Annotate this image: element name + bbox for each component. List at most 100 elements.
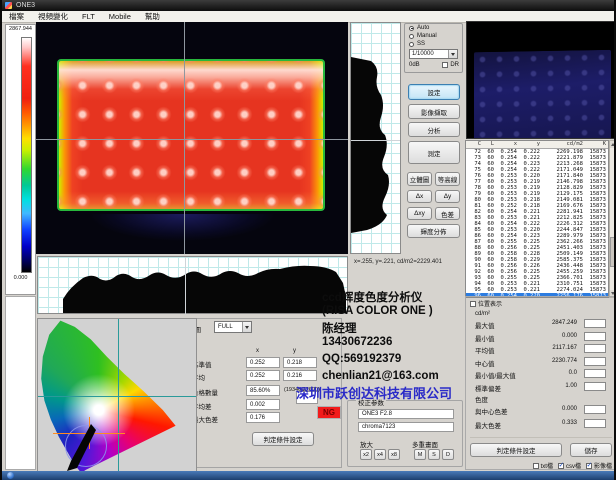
multi-m-button[interactable]: M (414, 449, 426, 460)
scroll-up-icon[interactable] (610, 141, 616, 148)
radio-manual[interactable]: Manual (405, 32, 462, 40)
checkbox-label: txt檔 (541, 461, 553, 470)
title-bar[interactable]: ONE3 (2, 0, 616, 11)
stat-range-box[interactable] (584, 357, 606, 366)
stat-range-box[interactable] (584, 332, 606, 341)
menu-item[interactable]: FLT (75, 12, 102, 21)
radio-icon (409, 42, 414, 47)
dr-checkbox[interactable]: DR (442, 62, 459, 68)
zoom-x8-button[interactable]: x8 (388, 449, 400, 460)
avg-diff-value: 0.002 (246, 399, 280, 410)
judge-condition-button[interactable]: 判定條件設定 (252, 432, 314, 446)
contour-button[interactable]: 等高線 (435, 172, 460, 186)
vertical-luminance-profile (350, 22, 401, 254)
camera-preview[interactable] (466, 21, 616, 139)
scale-min-value: 0.000 (6, 275, 35, 281)
column-x-label: x (256, 348, 259, 354)
taskbar[interactable] (2, 471, 616, 480)
multi-d-button[interactable]: D (442, 449, 454, 460)
table-body: 72600.2540.2222269.1981587373600.2540.22… (466, 149, 608, 298)
menu-item[interactable]: 檔案 (2, 11, 31, 22)
luminance-dist-button[interactable]: 輝度分佈 (407, 224, 460, 238)
luminance-scale: 2867.944 0.000 (5, 24, 36, 295)
stat-label: 最小值/最大值 (475, 370, 516, 380)
lens-field[interactable]: ONE3 F2.8 (358, 409, 454, 419)
column-header[interactable]: x (494, 141, 517, 148)
led-panel-heatmap (57, 59, 325, 211)
file-checkbox[interactable]: txt檔 (533, 461, 553, 470)
column-header[interactable]: C (466, 141, 481, 148)
chevron-down-icon (448, 50, 457, 58)
stat-row: 平均值 2117.167 (466, 344, 615, 355)
position-display-checkbox[interactable]: 位置表示 (470, 299, 502, 308)
horizontal-luminance-profile (37, 256, 348, 314)
range-select[interactable]: FULL (214, 321, 252, 333)
stat-row: 最大值2847.249 (466, 319, 615, 330)
zoom-x2-button[interactable]: x2 (360, 449, 372, 460)
file-checks: txt檔 csv檔 影像檔 (533, 461, 612, 470)
start-button[interactable] (7, 472, 14, 479)
horizontal-profile-shape (63, 266, 346, 313)
profile-cursor-line (185, 257, 186, 315)
multi-s-button[interactable]: S (428, 449, 440, 460)
table-scrollbar[interactable] (609, 140, 616, 298)
column-header[interactable]: y (517, 141, 540, 148)
sensor-field[interactable]: chroma7123 (358, 422, 454, 432)
crosshair-horizontal[interactable] (36, 139, 348, 140)
delta-y-button[interactable]: Δy (435, 190, 460, 203)
shutter-select[interactable]: 1/10000 (409, 49, 458, 59)
column-header[interactable]: K (583, 141, 606, 148)
stat-label: 與中心色差 (475, 406, 508, 416)
column-header[interactable]: L (481, 141, 494, 148)
delta-x-button[interactable]: Δx (407, 190, 432, 203)
stat-value: 0.000 (562, 333, 577, 339)
menu-item[interactable]: 視頻變化 (31, 11, 75, 22)
pass-count-value: 85.60% (246, 385, 280, 396)
gain-value: 0dB (409, 62, 420, 68)
scrollbar-thumb[interactable] (610, 237, 616, 267)
zoom-x4-button[interactable]: x4 (374, 449, 386, 460)
stat-range-box[interactable] (584, 405, 606, 414)
cie-chromaticity-diagram[interactable] (37, 318, 197, 475)
menu-item[interactable]: 幫助 (138, 11, 167, 22)
profile-cursor-line (351, 140, 400, 141)
checkbox-icon (442, 62, 448, 68)
radio-auto[interactable]: Auto (405, 24, 462, 32)
calibration-group: 校正参数 ONE3 F2.8 chroma7123 放大 多重畫面 x2x4x8… (347, 400, 463, 467)
menu-item[interactable]: Mobile (102, 12, 138, 21)
ng-status-badge: NG (317, 406, 341, 419)
left-side-panel (5, 296, 36, 470)
stat-range-box[interactable] (584, 419, 606, 428)
capture-button[interactable]: 影像擷取 (408, 104, 460, 119)
crosshair-vertical[interactable] (184, 22, 185, 254)
multi-screen-buttons: MSD (414, 449, 454, 460)
delta-xy-button[interactable]: Δxy (407, 207, 432, 220)
chroma-section-title: 色度 (475, 394, 488, 404)
stat-range-box[interactable] (584, 344, 606, 353)
average-y-value: 0.216 (283, 370, 317, 381)
file-checkbox[interactable]: csv檔 (558, 461, 581, 470)
stat-row: 標準偏差1.00 (466, 382, 615, 393)
stat-label: 最大色差 (475, 420, 501, 430)
save-button[interactable]: 儲存 (570, 443, 612, 457)
set-button[interactable]: 設定 (408, 84, 460, 100)
stat-range-box[interactable] (584, 319, 606, 328)
judge-condition-button[interactable]: 判定條件設定 (470, 443, 562, 457)
measure-button[interactable]: 測定 (408, 141, 460, 164)
dr-label: DR (450, 62, 459, 68)
solid-view-button[interactable]: 立體圖 (407, 172, 432, 186)
stat-range-box[interactable] (584, 382, 606, 391)
zoom-buttons: x2x4x8 (360, 449, 400, 460)
file-checkbox[interactable]: 影像檔 (586, 461, 612, 470)
radio-ss[interactable]: SS (405, 40, 462, 48)
result-aux-box (296, 391, 318, 404)
stat-value: 2117.167 (552, 345, 577, 351)
color-diff-button[interactable]: 色差 (435, 207, 460, 220)
checkbox-label: 影像檔 (594, 461, 612, 470)
table-header: CLxycd/m2K (466, 141, 608, 149)
stat-range-box[interactable] (584, 369, 606, 378)
stat-label: 平均值 (475, 345, 495, 355)
column-header[interactable]: cd/m2 (540, 141, 583, 148)
thermal-heatmap-view[interactable] (36, 22, 348, 254)
analyze-button[interactable]: 分析 (408, 122, 460, 137)
